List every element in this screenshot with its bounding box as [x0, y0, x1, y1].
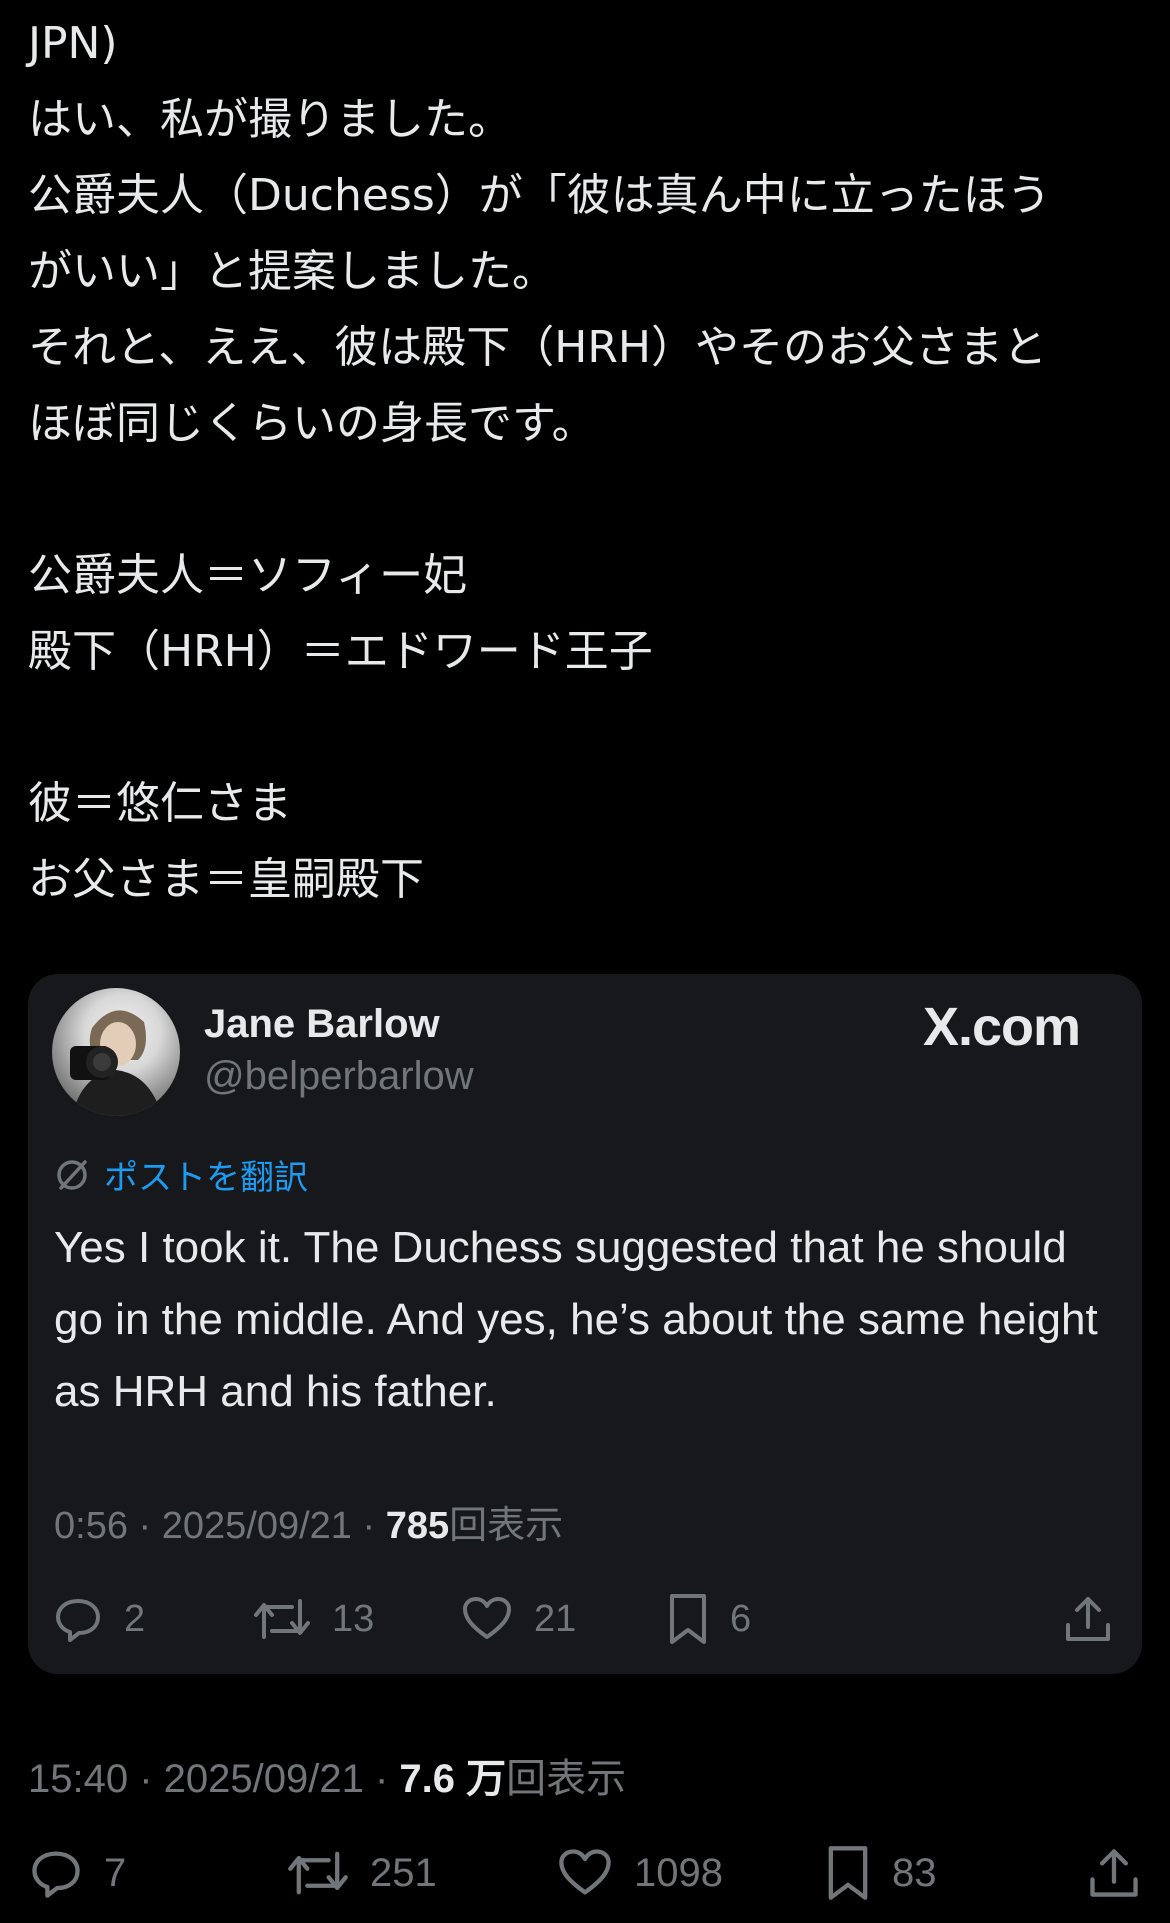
- post-date: 2025/09/21: [161, 1505, 352, 1547]
- reply-button[interactable]: 7: [28, 1838, 126, 1908]
- bookmark-count: 6: [730, 1597, 752, 1640]
- avatar[interactable]: [52, 988, 180, 1116]
- bookmark-icon: [666, 1592, 710, 1646]
- repost-icon: [252, 1593, 312, 1645]
- translate-icon: [52, 1155, 92, 1195]
- quoted-post-meta: 0:56 · 2025/09/21 · 785回表示: [54, 1494, 563, 1549]
- post-meta: 15:40 · 2025/09/21 · 7.6 万回表示: [28, 1746, 626, 1804]
- view-count: 7.6 万: [399, 1757, 507, 1801]
- heart-icon: [460, 1593, 514, 1645]
- bookmark-icon: [824, 1844, 872, 1902]
- share-button[interactable]: [1062, 1584, 1114, 1654]
- post-line: 彼＝悠仁さま: [28, 778, 292, 829]
- view-label: 回表示: [506, 1757, 627, 1801]
- like-count: 1098: [634, 1850, 723, 1895]
- like-button[interactable]: 1098: [556, 1838, 723, 1908]
- reply-count: 2: [124, 1597, 146, 1640]
- repost-button[interactable]: 13: [252, 1584, 374, 1654]
- translate-link[interactable]: ポストを翻訳: [52, 1150, 308, 1199]
- quoted-post-actions: 2 13 21 6: [52, 1584, 1122, 1654]
- meta-separator: ·: [128, 1757, 164, 1801]
- post-actions: 7 251 1098 83: [28, 1838, 1142, 1910]
- repost-count: 13: [332, 1597, 375, 1640]
- post-body: JPN) はい、私が撮りました。 公爵夫人（Duchess）が「彼は真ん中に立っ…: [28, 6, 1148, 918]
- post-line: はい、私が撮りました。: [28, 94, 512, 145]
- reply-count: 7: [104, 1850, 127, 1895]
- post-line: 公爵夫人（Duchess）が「彼は真ん中に立ったほう: [28, 170, 1051, 221]
- reply-icon: [28, 1845, 84, 1901]
- quoted-post-text: Yes I took it. The Duchess suggested tha…: [54, 1223, 1098, 1416]
- post-line: がいい」と提案しました。: [28, 246, 556, 297]
- post-line: JPN): [28, 18, 118, 69]
- meta-separator: ·: [363, 1757, 400, 1801]
- post-date: 2025/09/21: [163, 1757, 364, 1801]
- post-time: 15:40: [28, 1757, 129, 1801]
- share-icon: [1062, 1593, 1114, 1645]
- view-count: 785: [385, 1505, 450, 1547]
- post-line: それと、ええ、彼は殿下（HRH）やそのお父さまと: [28, 322, 1047, 373]
- translate-label[interactable]: ポストを翻訳: [104, 1150, 308, 1199]
- share-icon: [1086, 1845, 1142, 1901]
- like-count: 21: [534, 1597, 577, 1640]
- post-line: ほぼ同じくらいの身長です。: [28, 398, 596, 449]
- post-line: 公爵夫人＝ソフィー妃: [28, 550, 468, 601]
- post-line: お父さま＝皇嗣殿下: [28, 854, 424, 905]
- share-button[interactable]: [1086, 1838, 1142, 1908]
- repost-count: 251: [370, 1850, 437, 1895]
- meta-separator: ·: [351, 1505, 386, 1547]
- bookmark-button[interactable]: 83: [824, 1838, 937, 1908]
- bookmark-count: 83: [892, 1850, 937, 1895]
- quoted-post-card[interactable]: Jane Barlow @belperbarlow X.com ポストを翻訳 Y…: [28, 974, 1142, 1674]
- repost-icon: [286, 1845, 350, 1901]
- heart-icon: [556, 1845, 614, 1901]
- reply-icon: [52, 1593, 104, 1645]
- post-time: 0:56: [54, 1505, 128, 1547]
- bookmark-button[interactable]: 6: [666, 1584, 751, 1654]
- post-line: 殿下（HRH）＝エドワード王子: [28, 626, 653, 677]
- post-line-blank: [28, 690, 1148, 766]
- repost-button[interactable]: 251: [286, 1838, 437, 1908]
- meta-separator: ·: [127, 1505, 162, 1547]
- view-label: 回表示: [449, 1505, 564, 1547]
- author-name[interactable]: Jane Barlow: [204, 1002, 440, 1047]
- brand-label: X.com: [922, 997, 1081, 1057]
- post-line-blank: [28, 462, 1148, 538]
- reply-button[interactable]: 2: [52, 1584, 145, 1654]
- author-handle[interactable]: @belperbarlow: [204, 1054, 474, 1099]
- like-button[interactable]: 21: [460, 1584, 576, 1654]
